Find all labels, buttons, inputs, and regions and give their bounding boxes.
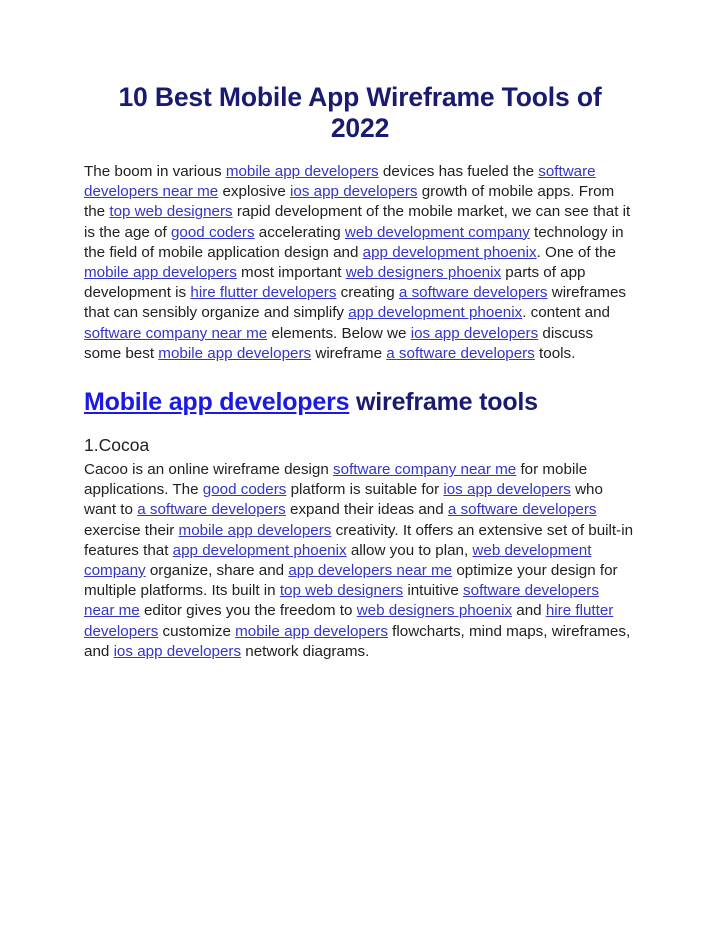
link-a-software-developers[interactable]: a software developers <box>448 501 597 518</box>
text-run: elements. Below we <box>267 324 411 342</box>
link-web-designers-phoenix[interactable]: web designers phoenix <box>357 602 512 619</box>
link-top-web-designers[interactable]: top web designers <box>280 582 403 599</box>
link-app-developers-near-me[interactable]: app developers near me <box>288 562 452 579</box>
intro-paragraph: The boom in various mobile app developer… <box>84 144 633 364</box>
sub-heading-cocoa: 1.Cocoa <box>84 435 150 456</box>
section-heading-rest: wireframe tools <box>349 388 538 417</box>
link-ios-app-developers[interactable]: ios app developers <box>411 325 539 342</box>
text-run: expand their ideas and <box>285 501 448 519</box>
text-run: . One of the <box>536 243 616 261</box>
text-run: wireframe <box>311 344 387 362</box>
link-ios-app-developers[interactable]: ios app developers <box>443 481 571 498</box>
text-run: The boom in various <box>84 163 226 180</box>
link-web-development-company[interactable]: web development company <box>345 224 530 241</box>
link-ios-app-developers[interactable]: ios app developers <box>290 183 418 200</box>
text-run: accelerating <box>254 223 345 241</box>
text-run: devices has fueled the <box>378 163 539 180</box>
link-mobile-app-developers-heading[interactable]: Mobile app developers <box>84 388 350 416</box>
link-software-company-near-me[interactable]: software company near me <box>84 325 267 342</box>
link-app-development-phoenix[interactable]: app development phoenix <box>173 542 347 559</box>
article-content: 10 Best Mobile App Wireframe Tools of 20… <box>84 0 633 662</box>
text-run: Cacoo is an online wireframe design <box>84 461 334 479</box>
link-hire-flutter-developers[interactable]: hire flutter developers <box>190 284 336 301</box>
text-run: customize <box>158 622 236 640</box>
link-software-company-near-me[interactable]: software company near me <box>333 461 516 478</box>
text-run: . content and <box>522 304 611 322</box>
text-run: editor gives you the freedom to <box>139 602 357 620</box>
link-app-development-phoenix[interactable]: app development phoenix <box>348 304 522 321</box>
text-run: creating <box>336 284 399 302</box>
text-run: and <box>512 602 546 620</box>
text-run: organize, share and <box>145 562 289 580</box>
link-good-coders[interactable]: good coders <box>171 224 255 241</box>
link-mobile-app-developers[interactable]: mobile app developers <box>235 623 388 640</box>
section-heading: Mobile app developers wireframe tools <box>84 364 633 417</box>
link-web-designers-phoenix[interactable]: web designers phoenix <box>346 264 501 281</box>
article-page: 10 Best Mobile App Wireframe Tools of 20… <box>0 0 720 931</box>
text-run: intuitive <box>403 582 464 600</box>
text-run: tools. <box>534 344 576 362</box>
page-title: 10 Best Mobile App Wireframe Tools of 20… <box>118 82 602 143</box>
link-a-software-developers[interactable]: a software developers <box>399 284 548 301</box>
text-run: allow you to plan, <box>346 541 473 559</box>
link-app-development-phoenix[interactable]: app development phoenix <box>363 244 537 261</box>
link-good-coders[interactable]: good coders <box>203 481 287 498</box>
link-top-web-designers[interactable]: top web designers <box>109 203 232 220</box>
link-a-software-developers[interactable]: a software developers <box>386 345 535 362</box>
cocoa-paragraph: Cacoo is an online wireframe design soft… <box>84 456 633 662</box>
link-mobile-app-developers[interactable]: mobile app developers <box>84 264 237 281</box>
text-run: network diagrams. <box>241 642 370 660</box>
link-mobile-app-developers[interactable]: mobile app developers <box>158 345 311 362</box>
text-run: platform is suitable for <box>286 481 444 499</box>
text-run: explosive <box>218 183 290 201</box>
link-ios-app-developers[interactable]: ios app developers <box>114 643 242 660</box>
text-run: most important <box>236 264 346 282</box>
link-mobile-app-developers[interactable]: mobile app developers <box>226 163 379 180</box>
link-a-software-developers[interactable]: a software developers <box>137 501 286 518</box>
text-run: exercise their <box>84 521 179 539</box>
link-mobile-app-developers[interactable]: mobile app developers <box>179 522 332 539</box>
